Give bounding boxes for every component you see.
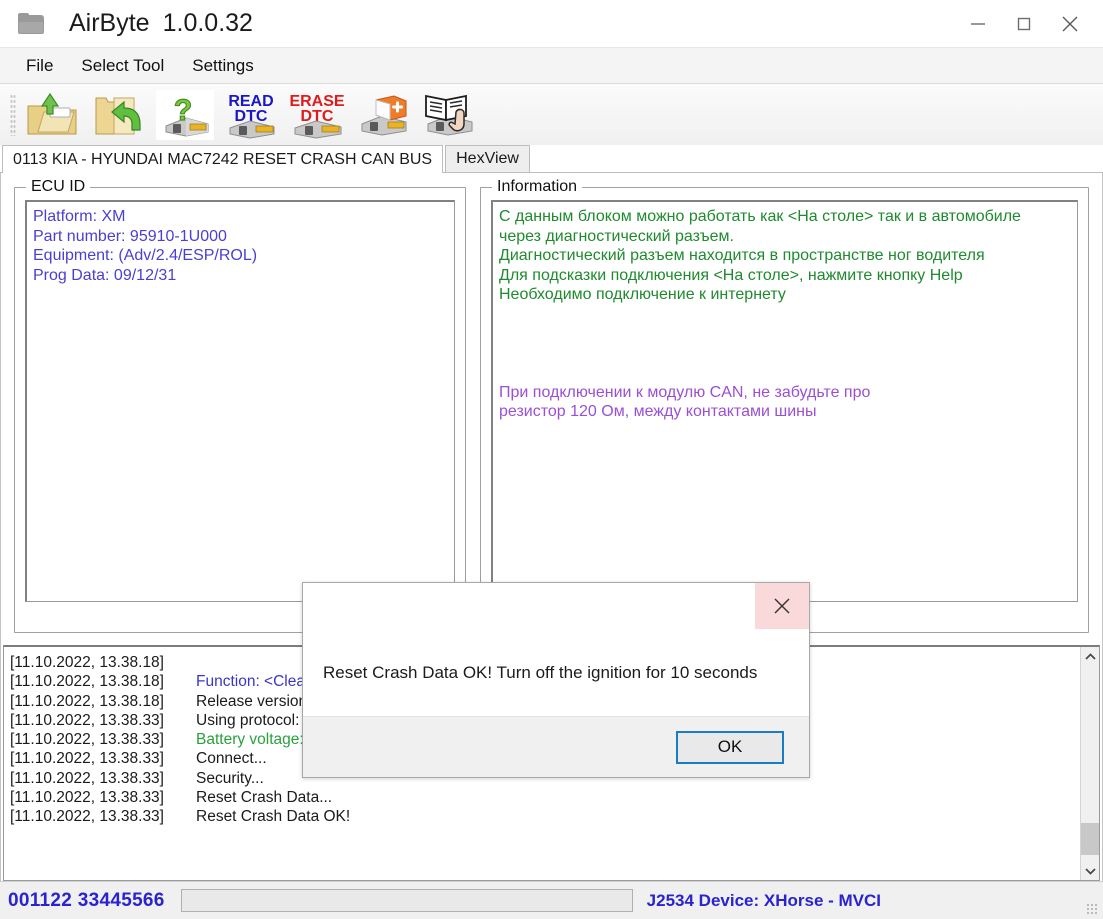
information-line: Необходимо подключение к интернету [499,286,786,303]
client-area: ECU ID Platform: XM Part number: 95910-1… [0,173,1103,881]
information-line: С данным блоком можно работать как <На с… [499,208,1021,225]
page-title: AirByte 1.0.0.32 [69,9,253,38]
dialog-title-bar [303,583,809,629]
information-line: При подключении к модулю CAN, не забудьт… [499,383,871,401]
log-timestamp: [11.10.2022, 13.38.18] [10,654,164,671]
dialog-message: Reset Crash Data OK! Turn off the igniti… [323,662,758,682]
resize-grip[interactable] [1086,903,1098,915]
information-title: Information [492,178,583,196]
information-line: Диагностический разъем находится в прост… [499,247,985,264]
toolbar: ? READ DTC ERASE DTC [0,83,1103,145]
close-button[interactable] [1047,0,1093,47]
status-hex-value: 001122 33445566 [8,889,165,911]
identify-ecu-icon[interactable]: ? [152,88,218,142]
ecu-id-line: Prog Data: 09/12/31 [33,266,177,284]
scrollbar-thumb[interactable] [1080,823,1099,855]
dialog-ok-button[interactable]: OK [676,730,784,764]
menu-item-file[interactable]: File [12,53,67,79]
save-file-icon[interactable] [86,88,152,142]
log-message: Security... [196,769,264,787]
svg-text:?: ? [174,94,192,127]
menu-item-settings[interactable]: Settings [178,53,267,79]
app-name: AirByte [69,9,150,37]
log-message: Reset Crash Data OK! [196,808,351,826]
ecu-id-line: Equipment: (Adv/2.4/ESP/ROL) [33,247,258,264]
minimize-button[interactable] [955,0,1001,47]
message-dialog: Reset Crash Data OK! Turn off the igniti… [302,582,810,778]
application-window: AirByte 1.0.0.32 File Select Tool Setting… [0,0,1103,919]
ecu-id-textarea[interactable]: Platform: XM Part number: 95910-1U000 Eq… [25,200,455,602]
log-timestamp: [11.10.2022, 13.38.33] [10,711,164,729]
ecu-id-line: Part number: 95910-1U000 [33,227,227,245]
log-timestamp: [11.10.2022, 13.38.33] [10,731,164,749]
tab-hexview[interactable]: HexView [445,145,530,172]
chevron-up-icon[interactable] [1081,647,1100,666]
log-timestamp: [11.10.2022, 13.38.33] [10,808,164,826]
chevron-down-icon[interactable] [1081,861,1100,880]
read-dtc-icon[interactable]: READ DTC [218,88,284,142]
ecu-id-group: ECU ID Platform: XM Part number: 95910-1… [14,178,466,633]
information-line: резистор 120 Ом, между контактами шины [499,403,817,420]
write-ecu-icon[interactable] [350,88,416,142]
menu-item-select-tool[interactable]: Select Tool [67,53,178,79]
information-textarea[interactable]: С данным блоком можно работать как <На с… [491,200,1078,602]
scrollbar-track[interactable] [1080,666,1099,861]
information-spacer [499,363,1071,383]
progress-bar [180,889,633,912]
log-scrollbar[interactable] [1080,647,1099,880]
ecu-id-title: ECU ID [26,178,91,196]
log-timestamp: [11.10.2022, 13.38.33] [10,789,164,807]
maximize-button[interactable] [1001,0,1047,47]
log-row: [11.10.2022, 13.38.33] Reset Crash Data.… [10,788,1080,807]
dialog-footer: OK [303,716,809,777]
status-bar: 001122 33445566 J2534 Device: XHorse - M… [0,881,1103,919]
log-message: Connect... [196,750,267,768]
log-timestamp: [11.10.2022, 13.38.18] [10,692,164,710]
log-timestamp: [11.10.2022, 13.38.33] [10,769,164,787]
log-row: [11.10.2022, 13.38.33] Reset Crash Data … [10,807,1080,826]
toolbar-grip[interactable] [10,93,16,136]
open-file-icon[interactable] [20,88,86,142]
information-line: через диагностический разъем. [499,227,734,245]
status-device-text: J2534 Device: XHorse - MVCI [646,890,882,910]
information-spacer [499,324,1071,344]
information-line: Для подсказки подключения <На столе>, на… [499,266,963,284]
information-spacer [499,305,1071,325]
window-controls [955,0,1103,47]
dialog-body: Reset Crash Data OK! Turn off the igniti… [303,629,809,716]
ecu-id-line: Platform: XM [33,208,126,225]
help-icon[interactable] [416,88,482,142]
tab-reset-crash[interactable]: 0113 KIA - HYUNDAI MAC7242 RESET CRASH C… [2,145,444,173]
log-timestamp: [11.10.2022, 13.38.33] [10,750,164,768]
panes-row: ECU ID Platform: XM Part number: 95910-1… [1,173,1102,633]
erase-dtc-icon[interactable]: ERASE DTC [284,88,350,142]
tab-strip: 0113 KIA - HYUNDAI MAC7242 RESET CRASH C… [0,145,1103,173]
title-bar: AirByte 1.0.0.32 [0,0,1103,47]
menu-bar: File Select Tool Settings [0,47,1103,83]
information-spacer [499,344,1071,364]
app-version: 1.0.0.32 [162,9,253,37]
log-timestamp: [11.10.2022, 13.38.18] [10,673,164,691]
dialog-close-button[interactable] [755,583,809,629]
log-message: Reset Crash Data... [196,789,333,807]
information-group: Information С данным блоком можно работа… [480,178,1089,633]
folder-icon [18,13,44,34]
